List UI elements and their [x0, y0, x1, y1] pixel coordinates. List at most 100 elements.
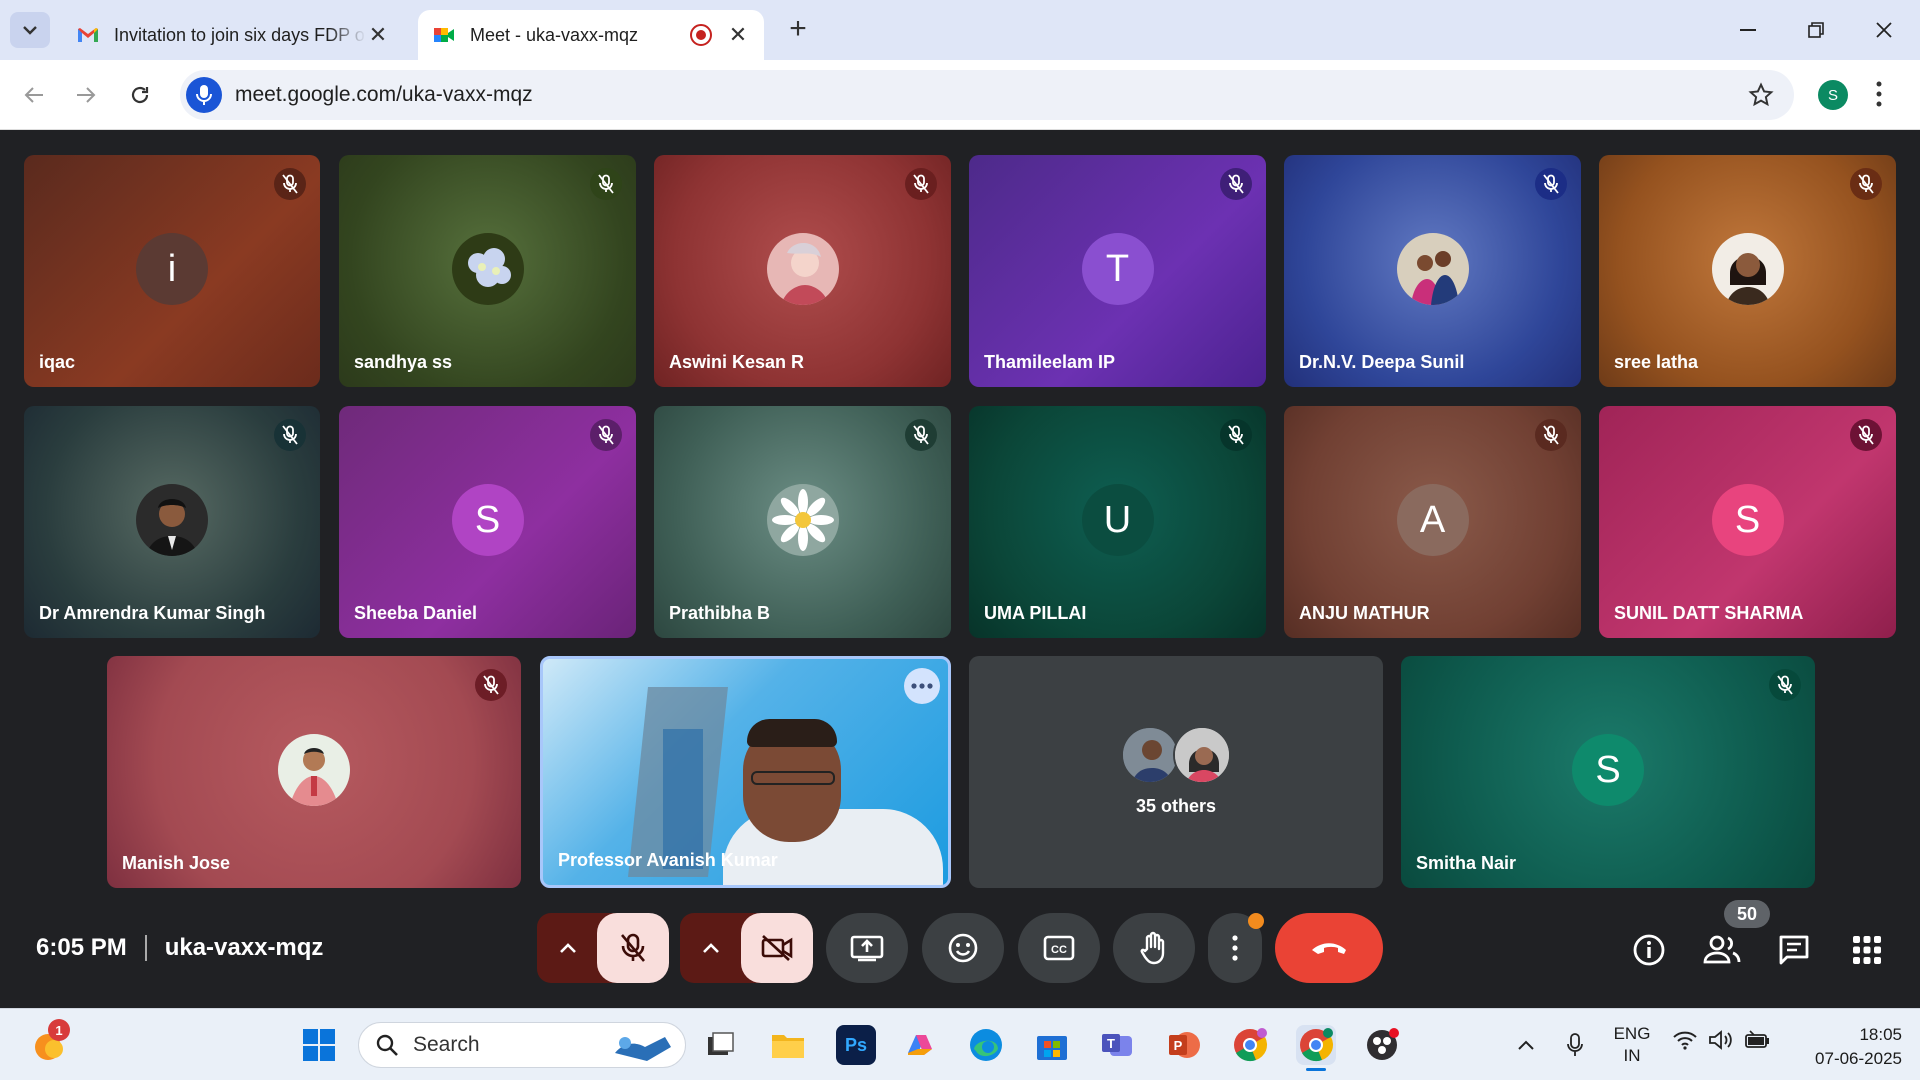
muted-mic-icon — [274, 419, 306, 451]
chrome-icon[interactable] — [1296, 1025, 1336, 1071]
restore-button[interactable] — [1798, 12, 1834, 48]
reactions-button[interactable] — [922, 913, 1004, 983]
participant-name: Sheeba Daniel — [354, 603, 478, 623]
captions-icon: CC — [1043, 935, 1075, 961]
new-tab-button[interactable]: + — [780, 12, 816, 46]
reload-button[interactable] — [122, 77, 158, 113]
powerpoint-icon[interactable]: P — [1164, 1025, 1204, 1065]
meeting-details-button[interactable] — [1627, 928, 1671, 972]
participant-tile[interactable]: S Smitha Nair — [1401, 656, 1815, 888]
teams-icon[interactable]: T — [1098, 1025, 1138, 1065]
participant-tile[interactable]: Professor Avanish Kumar — [540, 656, 951, 888]
muted-mic-icon — [475, 669, 507, 701]
chrome-profile-icon[interactable] — [1230, 1025, 1270, 1065]
muted-mic-icon — [1220, 168, 1252, 200]
participant-name: sree latha — [1614, 352, 1699, 372]
close-tab-icon[interactable]: ✕ — [726, 22, 750, 48]
people-icon — [1703, 935, 1741, 964]
participant-tile[interactable]: 35 others — [969, 656, 1383, 888]
avatar — [766, 484, 839, 556]
participant-tile[interactable]: Prathibha B — [654, 406, 951, 638]
participant-tile[interactable]: S Sheeba Daniel — [339, 406, 636, 638]
copilot-icon[interactable] — [900, 1025, 940, 1065]
participant-tile[interactable]: U UMA PILLAI — [969, 406, 1266, 638]
obs-studio-icon[interactable] — [1362, 1025, 1402, 1065]
hand-icon — [1140, 931, 1165, 965]
forward-button[interactable] — [68, 77, 104, 113]
tab-meet[interactable]: Meet - uka-vaxx-mqz ✕ — [418, 10, 764, 60]
participant-name: Aswini Kesan R — [669, 352, 805, 372]
avatar — [451, 233, 524, 305]
muted-mic-icon — [1535, 419, 1567, 451]
participant-tile[interactable]: T Thamileelam IP — [969, 155, 1266, 387]
microphone-icon[interactable] — [186, 77, 222, 113]
hang-up-icon — [1312, 943, 1346, 954]
microsoft-store-icon[interactable] — [1032, 1025, 1072, 1065]
windows-logo-icon — [303, 1029, 335, 1061]
chevron-down-icon — [23, 26, 37, 35]
task-view-icon[interactable] — [700, 1025, 740, 1065]
wifi-icon — [1673, 1031, 1697, 1050]
participant-tile[interactable]: sandhya ss — [339, 155, 636, 387]
tile-more-options-icon[interactable] — [904, 668, 940, 704]
participant-name: iqac — [39, 352, 76, 372]
participant-tile[interactable]: S SUNIL DATT SHARMA — [1599, 406, 1896, 638]
camera-toggle-button[interactable] — [741, 913, 813, 983]
avatar: i — [136, 233, 208, 305]
leave-call-button[interactable] — [1275, 913, 1383, 983]
language-indicator[interactable]: ENG IN — [1612, 1023, 1652, 1067]
muted-mic-icon — [905, 168, 937, 200]
edge-icon[interactable] — [966, 1025, 1006, 1065]
chat-button[interactable] — [1772, 928, 1816, 972]
photoshop-icon[interactable]: Ps — [836, 1025, 876, 1065]
minimize-icon — [1740, 29, 1756, 31]
tab-search-button[interactable] — [10, 12, 50, 48]
close-tab-icon[interactable]: ✕ — [366, 22, 390, 48]
battery-icon — [1745, 1030, 1769, 1048]
taskbar-search-box[interactable]: Search — [358, 1022, 686, 1068]
microphone-tray-icon[interactable] — [1555, 1025, 1595, 1065]
participant-tile[interactable]: Dr Amrendra Kumar Singh — [24, 406, 320, 638]
browser-menu-icon[interactable] — [1876, 80, 1882, 113]
bookmark-star-icon[interactable] — [1748, 82, 1774, 113]
participant-name: UMA PILLAI — [984, 603, 1087, 623]
audio-options-button[interactable] — [537, 913, 599, 983]
file-explorer-icon[interactable] — [768, 1025, 808, 1065]
chevron-up-icon — [560, 943, 576, 953]
meeting-info: 6:05 PM uka-vaxx-mqz — [36, 934, 323, 962]
url-text[interactable]: meet.google.com/uka-vaxx-mqz — [235, 83, 533, 107]
participant-tile[interactable]: Aswini Kesan R — [654, 155, 951, 387]
activities-button[interactable] — [1845, 928, 1889, 972]
muted-mic-icon — [1850, 168, 1882, 200]
minimize-button[interactable] — [1730, 12, 1766, 48]
muted-mic-icon — [590, 419, 622, 451]
close-window-button[interactable] — [1866, 12, 1902, 48]
widgets-weather-icon[interactable]: 1 — [28, 1019, 70, 1065]
present-screen-button[interactable] — [826, 913, 908, 983]
more-options-button[interactable] — [1208, 913, 1264, 983]
participant-tile[interactable]: sree latha — [1599, 155, 1896, 387]
participant-tile[interactable]: i iqac — [24, 155, 320, 387]
participant-tile[interactable]: A ANJU MATHUR — [1284, 406, 1581, 638]
participant-tile[interactable]: Manish Jose — [107, 656, 521, 888]
svg-text:T: T — [1107, 1036, 1115, 1051]
back-button[interactable] — [16, 77, 52, 113]
address-bar[interactable]: meet.google.com/uka-vaxx-mqz — [180, 70, 1794, 120]
video-options-button[interactable] — [680, 913, 742, 983]
show-hidden-icons-icon[interactable] — [1506, 1025, 1546, 1065]
people-button[interactable]: 50 — [1700, 900, 1770, 972]
taskbar-clock[interactable]: 18:05 07-06-2025 — [1782, 1023, 1902, 1071]
start-button[interactable] — [299, 1025, 339, 1065]
tab-title: Invitation to join six days FDP o — [114, 24, 365, 45]
tab-title: Meet - uka-vaxx-mqz — [470, 24, 639, 45]
microphone-toggle-button[interactable] — [597, 913, 669, 983]
muted-mic-icon — [905, 419, 937, 451]
recording-icon — [690, 24, 712, 46]
captions-button[interactable]: CC — [1018, 913, 1100, 983]
raise-hand-button[interactable] — [1113, 913, 1195, 983]
participant-tile[interactable]: Dr.N.V. Deepa Sunil — [1284, 155, 1581, 387]
system-tray-quick-settings[interactable] — [1672, 1029, 1770, 1051]
browser-toolbar: meet.google.com/uka-vaxx-mqz S — [0, 60, 1920, 130]
profile-avatar[interactable]: S — [1818, 80, 1848, 110]
tab-gmail[interactable]: Invitation to join six days FDP o ✕ — [62, 10, 404, 60]
